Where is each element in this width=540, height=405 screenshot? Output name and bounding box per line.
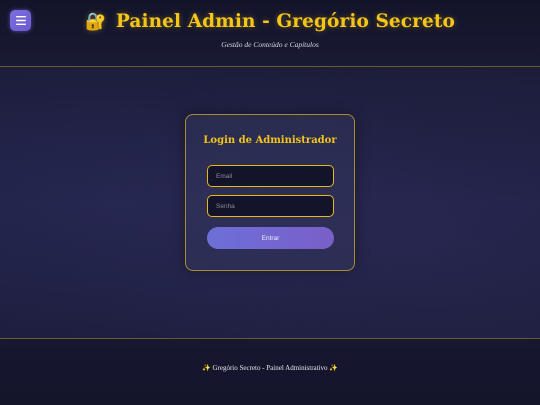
email-input[interactable] [207,165,334,187]
footer-text: ✨ Gregório Secreto - Painel Administrati… [201,364,339,372]
login-card: Login de Administrador Entrar [185,114,355,271]
page-footer: ✨ Gregório Secreto - Painel Administrati… [0,338,540,405]
page-subtitle: Gestão de Conteúdo e Capítulos [221,40,319,49]
login-title: Login de Administrador [203,135,337,146]
login-button[interactable]: Entrar [207,227,334,249]
lock-icon: 🔐 [85,12,107,32]
password-input[interactable] [207,195,334,217]
page-title: 🔐 Painel Admin - Gregório Secreto [0,11,540,32]
page-title-text: Painel Admin - Gregório Secreto [115,11,455,32]
page-header: 🔐 Painel Admin - Gregório Secreto Gestão… [0,0,540,67]
